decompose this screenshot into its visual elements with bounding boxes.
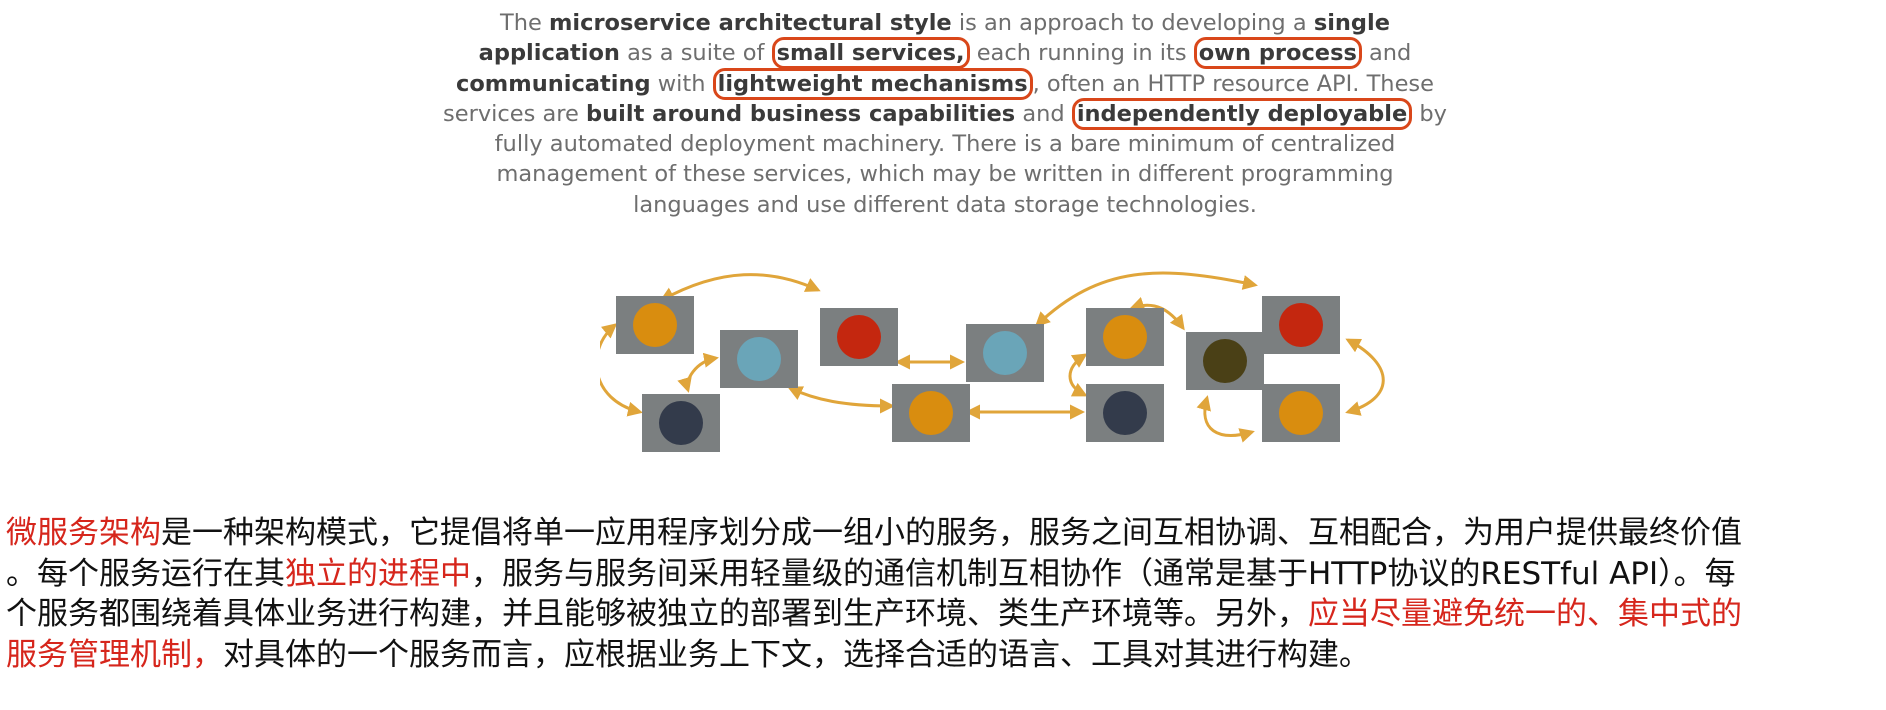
service-node — [1086, 308, 1164, 366]
service-node — [720, 330, 798, 388]
service-dot-olive — [1203, 339, 1247, 383]
description-segment: 个服务都围绕着具体业务进行构建，并且能够被独立的部署到生产环境、类生产环境等。另… — [6, 596, 1308, 632]
quote-segment: fully automated deployment machinery. Th… — [494, 131, 1396, 158]
service-node — [1262, 384, 1340, 442]
quote-bold-term: built around business capabilities — [586, 100, 1016, 127]
service-node — [642, 394, 720, 452]
service-node — [966, 324, 1044, 382]
link-olive-orange4 — [1196, 395, 1255, 443]
quote-segment: is an approach to developing a — [951, 10, 1314, 36]
quote-segment: by — [1412, 100, 1447, 127]
service-dot-red — [1279, 303, 1323, 347]
service-dot-orange — [1103, 315, 1147, 359]
quote-line: communicating with lightweight mechanism… — [440, 67, 1450, 100]
english-definition-quote: The microservice architectural style is … — [440, 8, 1450, 220]
quote-bold-term: application — [478, 40, 620, 67]
quote-bold-term: microservice architectural style — [548, 10, 952, 36]
service-dot-navy — [659, 401, 703, 445]
link-blue1-navy1 — [677, 352, 719, 393]
quote-segment: as a suite of — [619, 40, 772, 67]
highlight-small-services: small services, — [771, 37, 970, 70]
service-dot-red — [837, 315, 881, 359]
description-line: 服务管理机制，对具体的一个服务而言，应根据业务上下文，选择合适的语言、工具对其进… — [6, 635, 1876, 676]
chinese-description: 微服务架构是一种架构模式，它提倡将单一应用程序划分成一组小的服务，服务之间互相协… — [6, 513, 1876, 675]
quote-line: fully automated deployment machinery. Th… — [440, 129, 1450, 159]
highlight-own-process: own process — [1193, 37, 1362, 70]
quote-segment: each running in its — [969, 40, 1194, 67]
description-segment: 是一种架构模式，它提倡将单一应用程序划分成一组小的服务，服务之间互相协调、互相配… — [161, 515, 1742, 551]
service-dot-navy — [1103, 391, 1147, 435]
service-node — [1262, 296, 1340, 354]
quote-segment: , often an HTTP resource API. These — [1032, 70, 1434, 97]
term-avoid-centralized: 应当尽量避免统一的、集中式的 — [1308, 596, 1742, 632]
description-segment: 。每个服务运行在其 — [6, 555, 285, 592]
quote-segment: with — [650, 70, 713, 97]
description-line: 。每个服务运行在其独立的进程中，服务与服务间采用轻量级的通信机制互相协作（通常是… — [6, 554, 1876, 595]
service-node — [616, 296, 694, 354]
quote-bold-term: communicating — [456, 70, 651, 97]
quote-line: services are built around business capab… — [440, 97, 1450, 130]
service-node — [892, 384, 970, 442]
service-dot-orange — [1279, 391, 1323, 435]
description-segment: ，服务与服务间采用轻量级的通信机制互相协作（通常是基于HTTP协议的RESTfu… — [471, 555, 1736, 592]
description-segment: 对具体的一个服务而言，应根据业务上下文，选择合适的语言、工具对其进行构建。 — [223, 636, 1370, 673]
service-node — [820, 308, 898, 366]
link-orange3-navy2 — [1068, 353, 1088, 397]
service-dot-blue — [737, 337, 781, 381]
quote-segment: services are — [443, 100, 587, 127]
term-independent-process: 独立的进程中 — [285, 555, 471, 592]
link-red2-orange4 — [1345, 338, 1385, 416]
quote-segment: The — [499, 10, 549, 36]
service-dot-blue — [983, 331, 1027, 375]
quote-line: management of these services, which may … — [440, 159, 1450, 189]
quote-line: The microservice architectural style is … — [440, 8, 1450, 38]
quote-line: languages and use different data storage… — [440, 190, 1450, 220]
quote-segment: management of these services, which may … — [496, 161, 1394, 188]
quote-segment: and — [1015, 100, 1072, 127]
service-node — [1186, 332, 1264, 390]
description-line: 个服务都围绕着具体业务进行构建，并且能够被独立的部署到生产环境、类生产环境等。另… — [6, 594, 1876, 635]
service-dot-orange — [909, 391, 953, 435]
service-node — [1086, 384, 1164, 442]
service-dot-orange — [633, 303, 677, 347]
microservices-diagram — [600, 271, 1385, 452]
service-nodes — [616, 296, 1340, 452]
term-microservice-architecture: 微服务架构 — [6, 515, 161, 551]
link-blue1-orange2 — [787, 386, 895, 414]
highlight-lightweight-mechanisms: lightweight mechanisms — [712, 67, 1033, 100]
quote-segment: languages and use different data storage… — [633, 191, 1257, 218]
term-service-management: 服务管理机制， — [6, 636, 223, 673]
quote-segment: and — [1361, 40, 1412, 67]
quote-bold-term: single — [1313, 10, 1391, 36]
description-line: 微服务架构是一种架构模式，它提倡将单一应用程序划分成一组小的服务，服务之间互相协… — [6, 513, 1876, 554]
quote-line: application as a suite of small services… — [440, 37, 1450, 70]
highlight-independently-deployable: independently deployable — [1071, 97, 1413, 130]
